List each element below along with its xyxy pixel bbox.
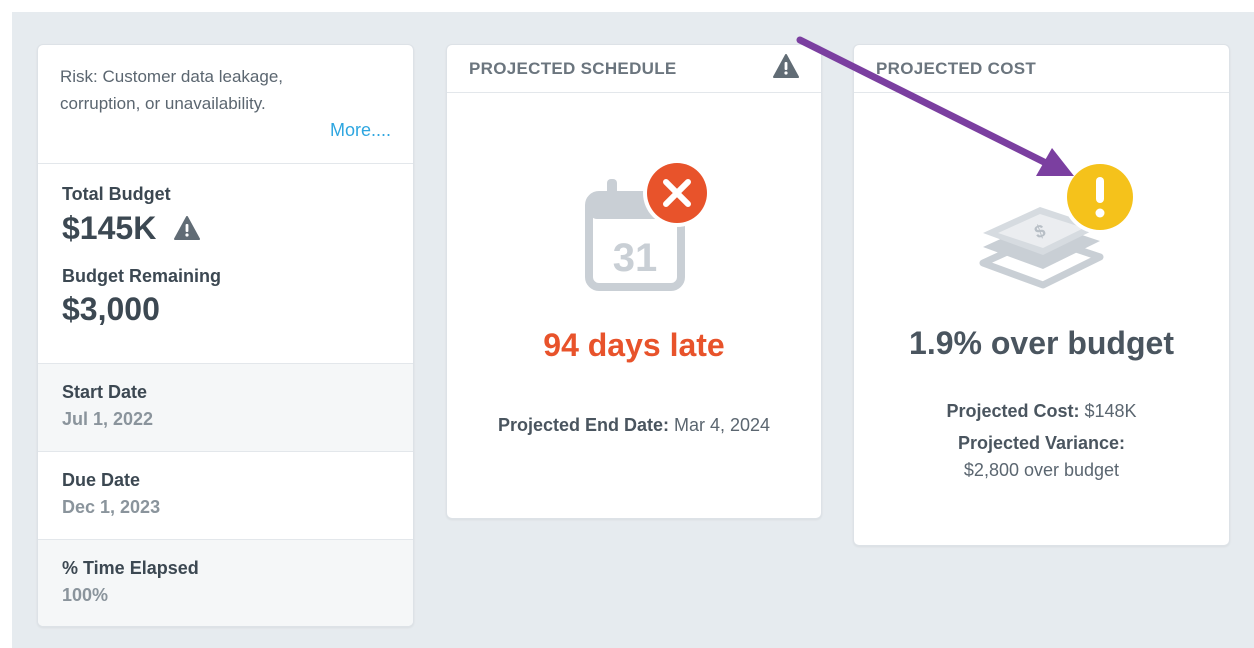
projected-variance-label: Projected Variance: <box>854 429 1229 457</box>
schedule-card-title: PROJECTED SCHEDULE <box>469 58 677 78</box>
projected-cost-card: PROJECTED COST $ 1.9% over budget Projec… <box>853 44 1230 546</box>
project-summary-card: Risk: Customer data leakage, corruption,… <box>37 44 414 627</box>
risk-text: Risk: Customer data leakage, corruption,… <box>60 67 283 113</box>
time-elapsed-label: % Time Elapsed <box>62 558 199 578</box>
start-date-label: Start Date <box>62 382 148 402</box>
error-x-icon <box>642 158 712 233</box>
budget-section: Total Budget $145K Budget Remaining $3,0… <box>38 164 413 364</box>
cost-card-header: PROJECTED COST <box>854 45 1229 93</box>
due-date-row: Due Date Dec 1, 2023 <box>38 452 413 540</box>
projected-end-date-label: Projected End Date: <box>497 415 669 435</box>
risk-section: Risk: Customer data leakage, corruption,… <box>38 45 413 164</box>
exclamation-circle-icon <box>1062 159 1138 240</box>
schedule-headline: 94 days late <box>543 327 725 363</box>
warning-triangle-icon[interactable] <box>773 54 799 83</box>
projected-end-date-value: Mar 4, 2024 <box>674 415 771 435</box>
projected-variance-label-text: Projected Variance: <box>957 433 1126 453</box>
total-budget-value: $145K <box>62 210 157 246</box>
time-elapsed-row: % Time Elapsed 100% <box>38 540 413 626</box>
due-date-value: Dec 1, 2023 <box>62 497 161 517</box>
projected-end-date: Projected End Date: Mar 4, 2024 <box>447 411 821 439</box>
budget-remaining-label: Budget Remaining <box>62 266 222 286</box>
cost-card-title: PROJECTED COST <box>876 58 1037 78</box>
total-budget-value-row: $145K <box>62 209 389 248</box>
start-date-value: Jul 1, 2022 <box>62 409 154 429</box>
calendar-day-text: 31 <box>613 236 658 280</box>
total-budget-label: Total Budget <box>62 184 171 204</box>
projected-cost-value: $148K <box>1084 401 1137 421</box>
projected-cost-line: Projected Cost: $148K <box>854 397 1229 425</box>
projected-schedule-card: PROJECTED SCHEDULE 31 94 days late Proje… <box>446 44 822 519</box>
due-date-label: Due Date <box>62 470 141 490</box>
time-elapsed-value: 100% <box>62 585 109 605</box>
more-link[interactable]: More.... <box>330 120 391 141</box>
warning-triangle-icon[interactable] <box>174 211 201 248</box>
projected-variance-value: $2,800 over budget <box>963 460 1120 480</box>
projected-cost-label: Projected Cost: <box>946 401 1080 421</box>
cost-headline: 1.9% over budget <box>909 325 1174 361</box>
budget-remaining-value: $3,000 <box>62 291 160 327</box>
start-date-row: Start Date Jul 1, 2022 <box>38 364 413 452</box>
schedule-card-header: PROJECTED SCHEDULE <box>447 45 821 93</box>
